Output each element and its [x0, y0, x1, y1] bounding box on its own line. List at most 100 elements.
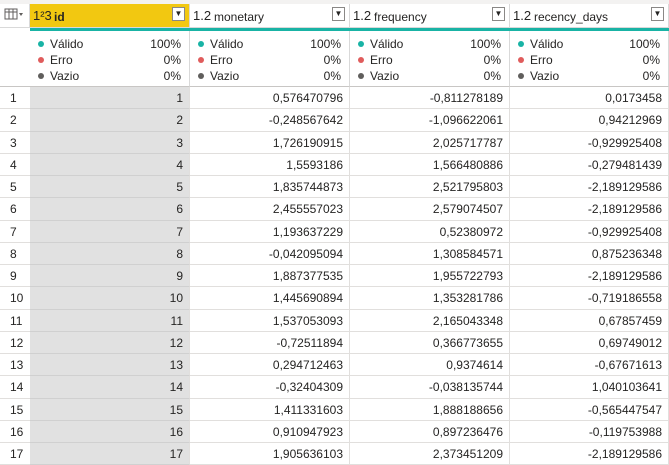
- table-cell-recency_days[interactable]: -0,565447547: [510, 398, 669, 421]
- table-cell-frequency[interactable]: 1,353281786: [350, 287, 510, 310]
- table-cell-recency_days[interactable]: -0,119753988: [510, 420, 669, 443]
- column-type-icon[interactable]: 1.2: [513, 8, 531, 23]
- table-cell-id[interactable]: 2: [30, 109, 190, 132]
- table-cell-frequency[interactable]: 0,52380972: [350, 220, 510, 243]
- table-cell-frequency[interactable]: 2,521795803: [350, 176, 510, 199]
- row-number[interactable]: 14: [0, 376, 30, 399]
- row-number[interactable]: 4: [0, 153, 30, 176]
- table-cell-id[interactable]: 3: [30, 131, 190, 154]
- table-cell-frequency[interactable]: -0,811278189: [350, 87, 510, 110]
- profile-empty-row: Vazio 0%: [30, 69, 189, 84]
- table-cell-id[interactable]: 5: [30, 176, 190, 199]
- column-type-icon[interactable]: 1.2: [353, 8, 371, 23]
- table-cell-id[interactable]: 10: [30, 287, 190, 310]
- row-number[interactable]: 17: [0, 443, 30, 465]
- table-cell-frequency[interactable]: 0,9374614: [350, 354, 510, 377]
- row-number[interactable]: 3: [0, 131, 30, 154]
- table-cell-recency_days[interactable]: -0,929925408: [510, 220, 669, 243]
- table-cell-frequency[interactable]: 1,566480886: [350, 153, 510, 176]
- row-number[interactable]: 10: [0, 287, 30, 310]
- table-cell-id[interactable]: 1: [30, 87, 190, 110]
- table-cell-recency_days[interactable]: -2,189129586: [510, 198, 669, 221]
- row-number[interactable]: 16: [0, 420, 30, 443]
- table-cell-recency_days[interactable]: -0,67671613: [510, 354, 669, 377]
- table-cell-id[interactable]: 9: [30, 265, 190, 288]
- table-cell-frequency[interactable]: 1,888188656: [350, 398, 510, 421]
- table-cell-frequency[interactable]: -0,038135744: [350, 376, 510, 399]
- column-filter-dropdown[interactable]: ▼: [332, 7, 345, 21]
- table-cell-frequency[interactable]: 1,955722793: [350, 265, 510, 288]
- table-cell-frequency[interactable]: 2,025717787: [350, 131, 510, 154]
- table-cell-recency_days[interactable]: 1,040103641: [510, 376, 669, 399]
- table-cell-frequency[interactable]: 2,579074507: [350, 198, 510, 221]
- table-cell-frequency[interactable]: 2,373451209: [350, 443, 510, 465]
- table-cell-id[interactable]: 8: [30, 242, 190, 265]
- row-number[interactable]: 7: [0, 220, 30, 243]
- table-cell-id[interactable]: 6: [30, 198, 190, 221]
- column-header-monetary[interactable]: 1.2 monetary ▼: [190, 4, 350, 28]
- table-cell-id[interactable]: 14: [30, 376, 190, 399]
- column-filter-dropdown[interactable]: ▼: [492, 7, 505, 21]
- table-cell-id[interactable]: 13: [30, 354, 190, 377]
- table-cell-id[interactable]: 16: [30, 420, 190, 443]
- table-cell-monetary[interactable]: 1,5593186: [190, 153, 350, 176]
- table-cell-frequency[interactable]: -1,096622061: [350, 109, 510, 132]
- table-cell-monetary[interactable]: 0,910947923: [190, 420, 350, 443]
- column-filter-dropdown[interactable]: ▼: [172, 7, 185, 21]
- table-cell-recency_days[interactable]: 0,69749012: [510, 331, 669, 354]
- table-cell-monetary[interactable]: 1,445690894: [190, 287, 350, 310]
- row-number[interactable]: 5: [0, 176, 30, 199]
- table-cell-frequency[interactable]: 0,897236476: [350, 420, 510, 443]
- table-cell-recency_days[interactable]: 0,67857459: [510, 309, 669, 332]
- row-number[interactable]: 6: [0, 198, 30, 221]
- column-type-icon[interactable]: 1.2: [193, 8, 211, 23]
- table-cell-recency_days[interactable]: -2,189129586: [510, 443, 669, 465]
- table-cell-recency_days[interactable]: -0,279481439: [510, 153, 669, 176]
- table-cell-monetary[interactable]: 0,294712463: [190, 354, 350, 377]
- table-cell-recency_days[interactable]: -0,719186558: [510, 287, 669, 310]
- table-cell-monetary[interactable]: 1,835744873: [190, 176, 350, 199]
- table-cell-recency_days[interactable]: -2,189129586: [510, 176, 669, 199]
- table-cell-id[interactable]: 4: [30, 153, 190, 176]
- row-number[interactable]: 15: [0, 398, 30, 421]
- row-number[interactable]: 9: [0, 265, 30, 288]
- table-cell-monetary[interactable]: 1,537053093: [190, 309, 350, 332]
- table-cell-monetary[interactable]: 1,193637229: [190, 220, 350, 243]
- table-cell-id[interactable]: 7: [30, 220, 190, 243]
- table-cell-id[interactable]: 12: [30, 331, 190, 354]
- column-header-frequency[interactable]: 1.2 frequency ▼: [350, 4, 510, 28]
- table-cell-recency_days[interactable]: 0,875236348: [510, 242, 669, 265]
- table-cell-frequency[interactable]: 2,165043348: [350, 309, 510, 332]
- table-cell-monetary[interactable]: 2,455557023: [190, 198, 350, 221]
- table-cell-monetary[interactable]: 1,726190915: [190, 131, 350, 154]
- table-cell-recency_days[interactable]: -2,189129586: [510, 265, 669, 288]
- table-cell-monetary[interactable]: 0,576470796: [190, 87, 350, 110]
- table-cell-monetary[interactable]: -0,32404309: [190, 376, 350, 399]
- row-number[interactable]: 1: [0, 87, 30, 110]
- column-header-recency_days[interactable]: 1.2 recency_days ▼: [510, 4, 669, 28]
- profile-error-row: Erro 0%: [190, 53, 349, 68]
- column-type-icon[interactable]: 1²3: [33, 8, 52, 23]
- table-menu-button[interactable]: [0, 4, 30, 28]
- row-number[interactable]: 2: [0, 109, 30, 132]
- row-number[interactable]: 12: [0, 331, 30, 354]
- table-cell-monetary[interactable]: 1,411331603: [190, 398, 350, 421]
- table-cell-recency_days[interactable]: 0,0173458: [510, 87, 669, 110]
- table-cell-id[interactable]: 11: [30, 309, 190, 332]
- table-cell-monetary[interactable]: -0,72511894: [190, 331, 350, 354]
- table-cell-recency_days[interactable]: 0,94212969: [510, 109, 669, 132]
- row-number[interactable]: 13: [0, 354, 30, 377]
- table-cell-id[interactable]: 17: [30, 443, 190, 465]
- row-number[interactable]: 8: [0, 242, 30, 265]
- table-cell-monetary[interactable]: -0,042095094: [190, 242, 350, 265]
- table-cell-id[interactable]: 15: [30, 398, 190, 421]
- row-number[interactable]: 11: [0, 309, 30, 332]
- table-cell-frequency[interactable]: 1,308584571: [350, 242, 510, 265]
- column-header-id[interactable]: 1²3 id ▼: [30, 4, 190, 28]
- table-cell-frequency[interactable]: 0,366773655: [350, 331, 510, 354]
- table-cell-monetary[interactable]: 1,887377535: [190, 265, 350, 288]
- column-filter-dropdown[interactable]: ▼: [651, 7, 664, 21]
- table-cell-monetary[interactable]: -0,248567642: [190, 109, 350, 132]
- table-cell-recency_days[interactable]: -0,929925408: [510, 131, 669, 154]
- table-cell-monetary[interactable]: 1,905636103: [190, 443, 350, 465]
